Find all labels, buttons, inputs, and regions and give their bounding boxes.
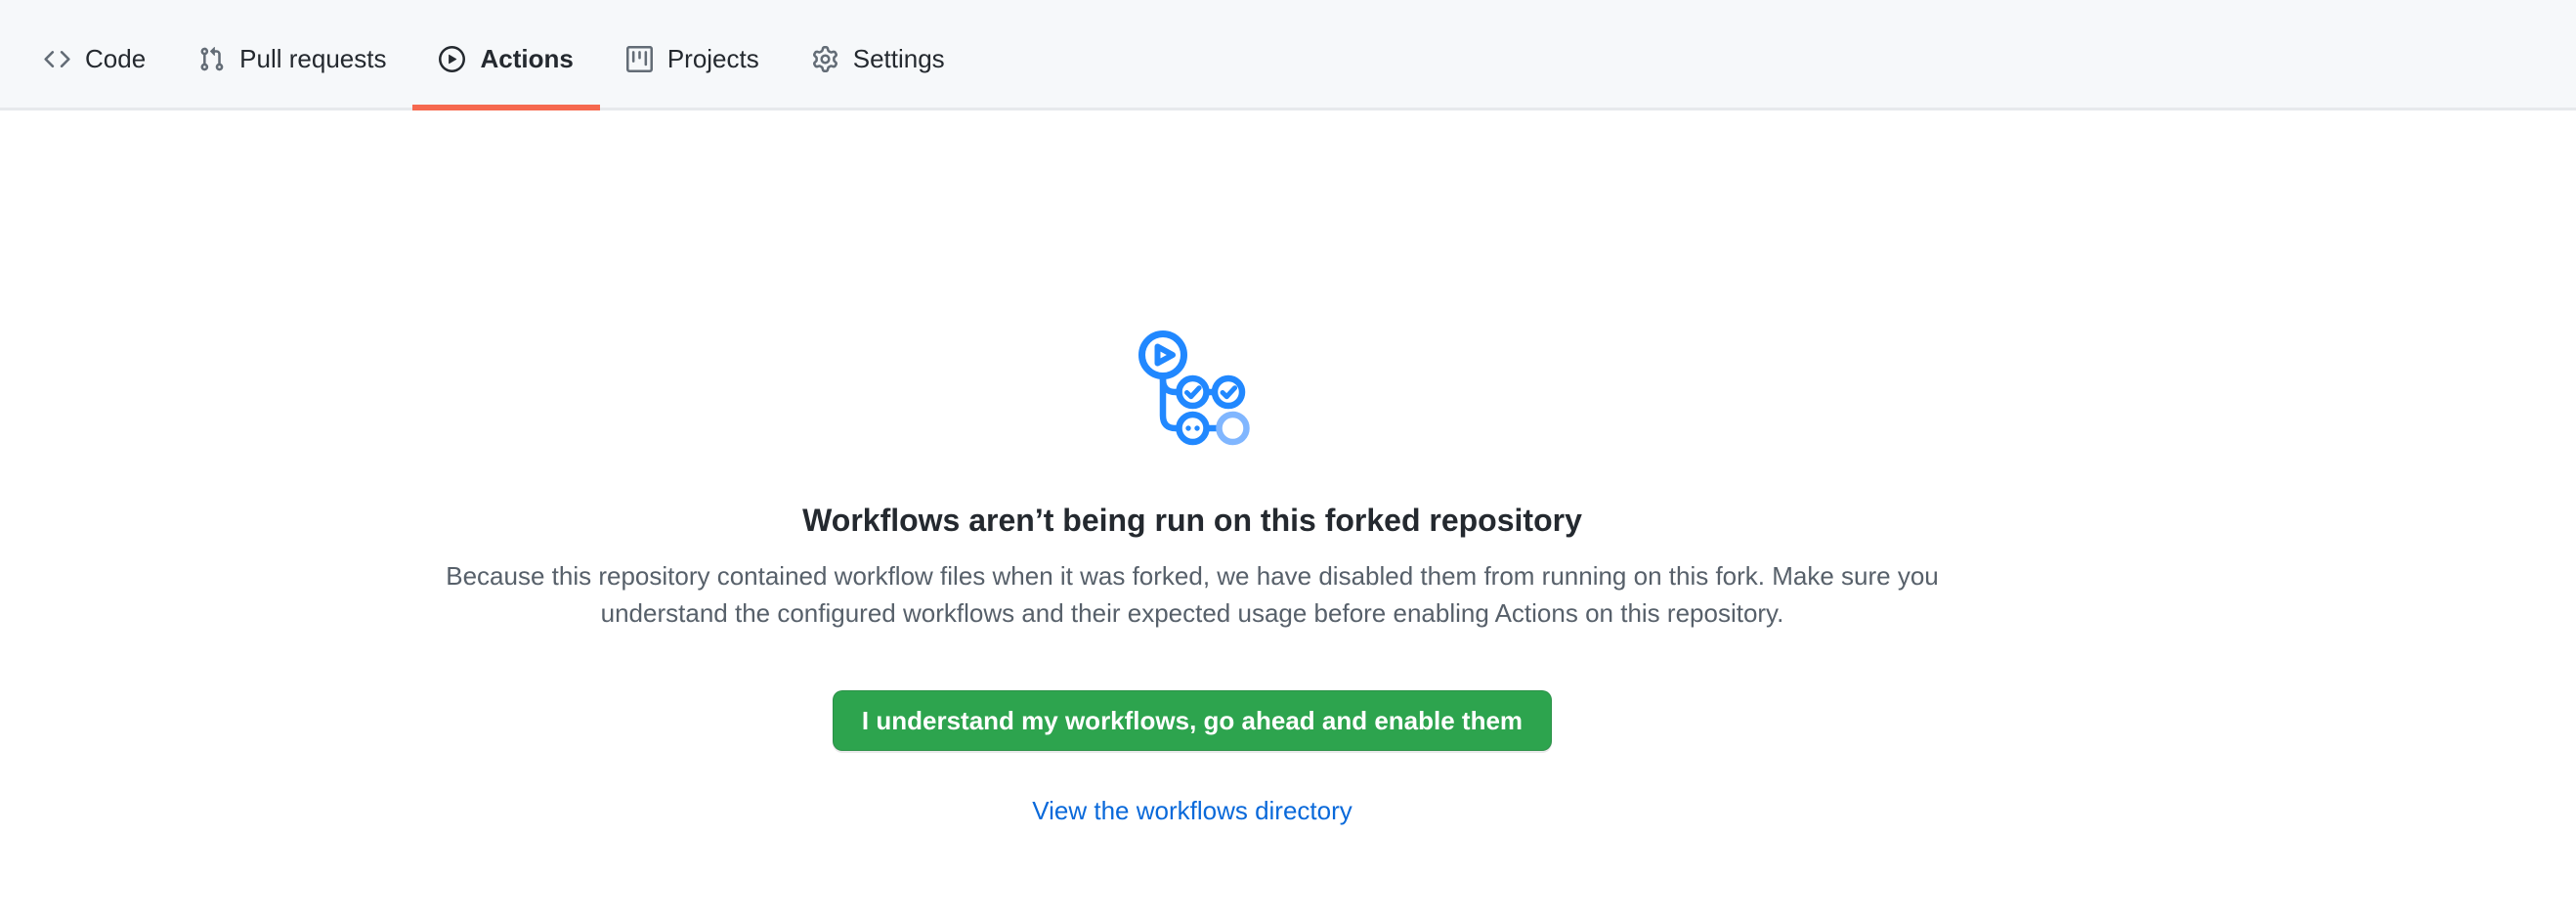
project-board-icon	[626, 46, 653, 72]
tab-pull-requests[interactable]: Pull requests	[172, 0, 412, 108]
tab-actions[interactable]: Actions	[412, 0, 599, 108]
blankslate: Workflows aren’t being run on this forke…	[0, 110, 2384, 826]
gear-icon	[812, 46, 838, 72]
enable-button-row: I understand my workflows, go ahead and …	[0, 632, 2384, 751]
tab-label: Projects	[667, 46, 759, 71]
tab-label: Actions	[480, 46, 573, 71]
tab-label: Pull requests	[239, 46, 386, 71]
blankslate-title: Workflows aren’t being run on this forke…	[0, 499, 2384, 542]
link-row: View the workflows directory	[0, 796, 2384, 826]
git-pull-request-icon	[198, 46, 225, 72]
enable-workflows-button[interactable]: I understand my workflows, go ahead and …	[833, 690, 1552, 751]
code-icon	[44, 46, 70, 72]
play-circle-icon	[439, 46, 465, 72]
repo-tab-bar: Code Pull requests Actions Projects Sett…	[0, 0, 2576, 110]
main-content: Workflows aren’t being run on this forke…	[0, 110, 2384, 826]
tab-projects[interactable]: Projects	[600, 0, 786, 108]
blankslate-description: Because this repository contained workfl…	[399, 557, 1987, 632]
tab-label: Settings	[853, 46, 945, 71]
workflows-directory-link[interactable]: View the workflows directory	[1032, 796, 1352, 825]
tab-label: Code	[85, 46, 146, 71]
workflow-graph-icon	[1131, 328, 1255, 447]
tab-code[interactable]: Code	[18, 0, 172, 108]
tab-settings[interactable]: Settings	[786, 0, 971, 108]
